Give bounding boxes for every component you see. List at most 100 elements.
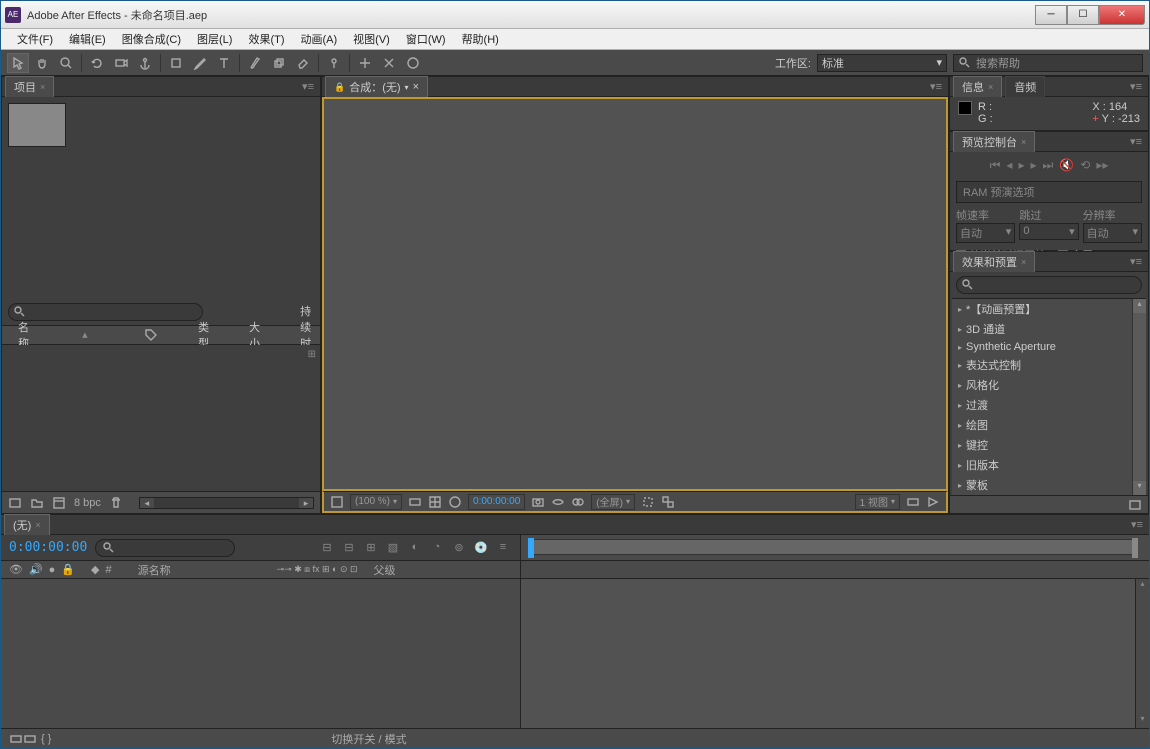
comp-icon[interactable] xyxy=(52,496,66,510)
shy2-icon[interactable]: ⊟ xyxy=(340,541,358,554)
flowchart-icon[interactable]: ⊞ xyxy=(308,349,316,360)
source-name-header[interactable]: 源名称 xyxy=(138,562,171,578)
effect-category[interactable]: ▸3D 通道 xyxy=(952,319,1146,339)
menu-edit[interactable]: 编辑(E) xyxy=(61,31,114,47)
shy-icon[interactable]: ⊟ xyxy=(318,541,336,554)
world-axis-tool[interactable] xyxy=(378,53,400,73)
menu-animation[interactable]: 动画(A) xyxy=(293,31,346,47)
maximize-button[interactable]: ☐ xyxy=(1067,5,1099,25)
panel-menu-icon[interactable]: ▾≡ xyxy=(1130,80,1142,93)
close-icon[interactable]: × xyxy=(413,81,419,93)
toggle2-icon[interactable] xyxy=(23,732,37,746)
effect-category[interactable]: ▸*【动画预置】 xyxy=(952,299,1146,319)
pen-tool[interactable] xyxy=(189,53,211,73)
fast-preview-icon[interactable] xyxy=(926,495,940,509)
timeline-layers[interactable] xyxy=(1,579,520,728)
effects-search-input[interactable] xyxy=(956,276,1142,294)
ram-preview-options[interactable]: RAM 预演选项 xyxy=(956,181,1142,203)
speaker-icon[interactable]: 🔊 xyxy=(29,563,43,576)
toggle-icon[interactable] xyxy=(9,732,23,746)
minimize-button[interactable]: ─ xyxy=(1035,5,1067,25)
effect-category[interactable]: ▸Synthetic Aperture xyxy=(952,339,1146,355)
preview-tab[interactable]: 预览控制台× xyxy=(953,131,1035,152)
prev-frame-button[interactable]: ◂ xyxy=(1006,158,1012,173)
snapshot-icon[interactable] xyxy=(531,495,545,509)
fps-dropdown[interactable]: 自动▾ xyxy=(956,223,1015,243)
lock-icon[interactable]: 🔒 xyxy=(61,563,75,576)
panel-menu-icon[interactable]: ▾≡ xyxy=(1130,255,1142,268)
menu-effect[interactable]: 效果(T) xyxy=(240,31,292,47)
project-search-input[interactable] xyxy=(8,303,203,321)
comp-icon[interactable]: ⊞ xyxy=(362,541,380,554)
zoom-dropdown[interactable]: (100 %) xyxy=(350,494,402,510)
hand-tool[interactable] xyxy=(31,53,53,73)
expr-icon[interactable]: ≡ xyxy=(494,541,512,554)
blur-icon[interactable]: ◐ xyxy=(406,541,424,554)
camera-tool[interactable] xyxy=(110,53,132,73)
panel-menu-icon[interactable]: ▾≡ xyxy=(930,80,942,93)
timeline-tracks[interactable]: ▴▾ xyxy=(521,579,1149,728)
local-axis-tool[interactable] xyxy=(354,53,376,73)
rotate-tool[interactable] xyxy=(86,53,108,73)
res-icon[interactable] xyxy=(408,495,422,509)
clone-tool[interactable] xyxy=(268,53,290,73)
timeline-search-input[interactable] xyxy=(95,539,235,557)
timeline-tab[interactable]: (无)× xyxy=(4,514,50,535)
timeline-ruler[interactable] xyxy=(521,535,1149,561)
resolution-dropdown[interactable]: 自动▾ xyxy=(1083,223,1142,243)
eraser-tool[interactable] xyxy=(292,53,314,73)
effect-category[interactable]: ▸风格化 xyxy=(952,375,1146,395)
info-tab[interactable]: 信息× xyxy=(953,76,1002,97)
folder-icon[interactable] xyxy=(30,496,44,510)
panel-menu-icon[interactable]: ▾≡ xyxy=(302,80,314,93)
puppet-tool[interactable] xyxy=(323,53,345,73)
menu-file[interactable]: 文件(F) xyxy=(9,31,61,47)
label-icon[interactable]: ◆ xyxy=(91,563,99,576)
draft-icon[interactable]: ▧ xyxy=(384,541,402,554)
effect-category[interactable]: ▸表达式控制 xyxy=(952,355,1146,375)
workspace-dropdown[interactable]: 标准▾ xyxy=(817,54,947,72)
effect-category[interactable]: ▸蒙板 xyxy=(952,475,1146,495)
menu-view[interactable]: 视图(V) xyxy=(345,31,398,47)
audio-tab[interactable]: 音频 xyxy=(1005,76,1045,97)
last-frame-button[interactable]: ⏭ xyxy=(1043,158,1054,173)
alpha-icon[interactable] xyxy=(330,495,344,509)
show-snapshot-icon[interactable] xyxy=(551,495,565,509)
transparency-icon[interactable] xyxy=(661,495,675,509)
resolution-dropdown[interactable]: (全屏) xyxy=(591,494,635,510)
play-button[interactable]: ▸ xyxy=(1018,158,1024,173)
ram-preview-button[interactable]: ▸▸ xyxy=(1096,158,1108,173)
project-scrollbar[interactable]: ◂▸ xyxy=(139,497,314,509)
pixel-aspect-icon[interactable] xyxy=(906,495,920,509)
grid-icon[interactable] xyxy=(428,495,442,509)
first-frame-button[interactable]: ⏮ xyxy=(990,158,1001,173)
menu-help[interactable]: 帮助(H) xyxy=(454,31,507,47)
loop-button[interactable]: ⟲ xyxy=(1080,158,1090,173)
view-axis-tool[interactable] xyxy=(402,53,424,73)
mute-button[interactable]: 🔇 xyxy=(1059,158,1074,173)
timecode-display[interactable]: 0:00:00:00 xyxy=(468,494,525,510)
interpret-icon[interactable] xyxy=(8,496,22,510)
brush-tool[interactable] xyxy=(244,53,266,73)
panel-menu-icon[interactable]: ▾≡ xyxy=(1131,518,1143,531)
skip-dropdown[interactable]: 0▾ xyxy=(1019,223,1078,240)
close-icon[interactable]: × xyxy=(40,82,45,92)
project-list[interactable]: ⊞ xyxy=(2,345,320,492)
next-frame-button[interactable]: ▸ xyxy=(1030,158,1036,173)
selection-tool[interactable] xyxy=(7,53,29,73)
search-help-input[interactable]: 搜索帮助 xyxy=(953,54,1143,72)
close-button[interactable]: ✕ xyxy=(1099,5,1145,25)
brain-icon[interactable]: ⊚ xyxy=(450,541,468,554)
work-area[interactable] xyxy=(529,539,1137,555)
rect-tool[interactable] xyxy=(165,53,187,73)
composition-tab[interactable]: 🔒 合成：(无) ▾ × xyxy=(325,76,428,97)
menu-composition[interactable]: 图像合成(C) xyxy=(114,31,189,47)
bpc-button[interactable]: 8 bpc xyxy=(74,497,101,509)
text-tool[interactable] xyxy=(213,53,235,73)
composition-viewer[interactable] xyxy=(322,97,948,491)
zoom-tool[interactable] xyxy=(55,53,77,73)
menu-layer[interactable]: 图层(L) xyxy=(189,31,240,47)
eye-icon[interactable]: 👁 xyxy=(9,563,23,576)
anchor-tool[interactable] xyxy=(134,53,156,73)
solo-icon[interactable]: ● xyxy=(49,564,56,576)
